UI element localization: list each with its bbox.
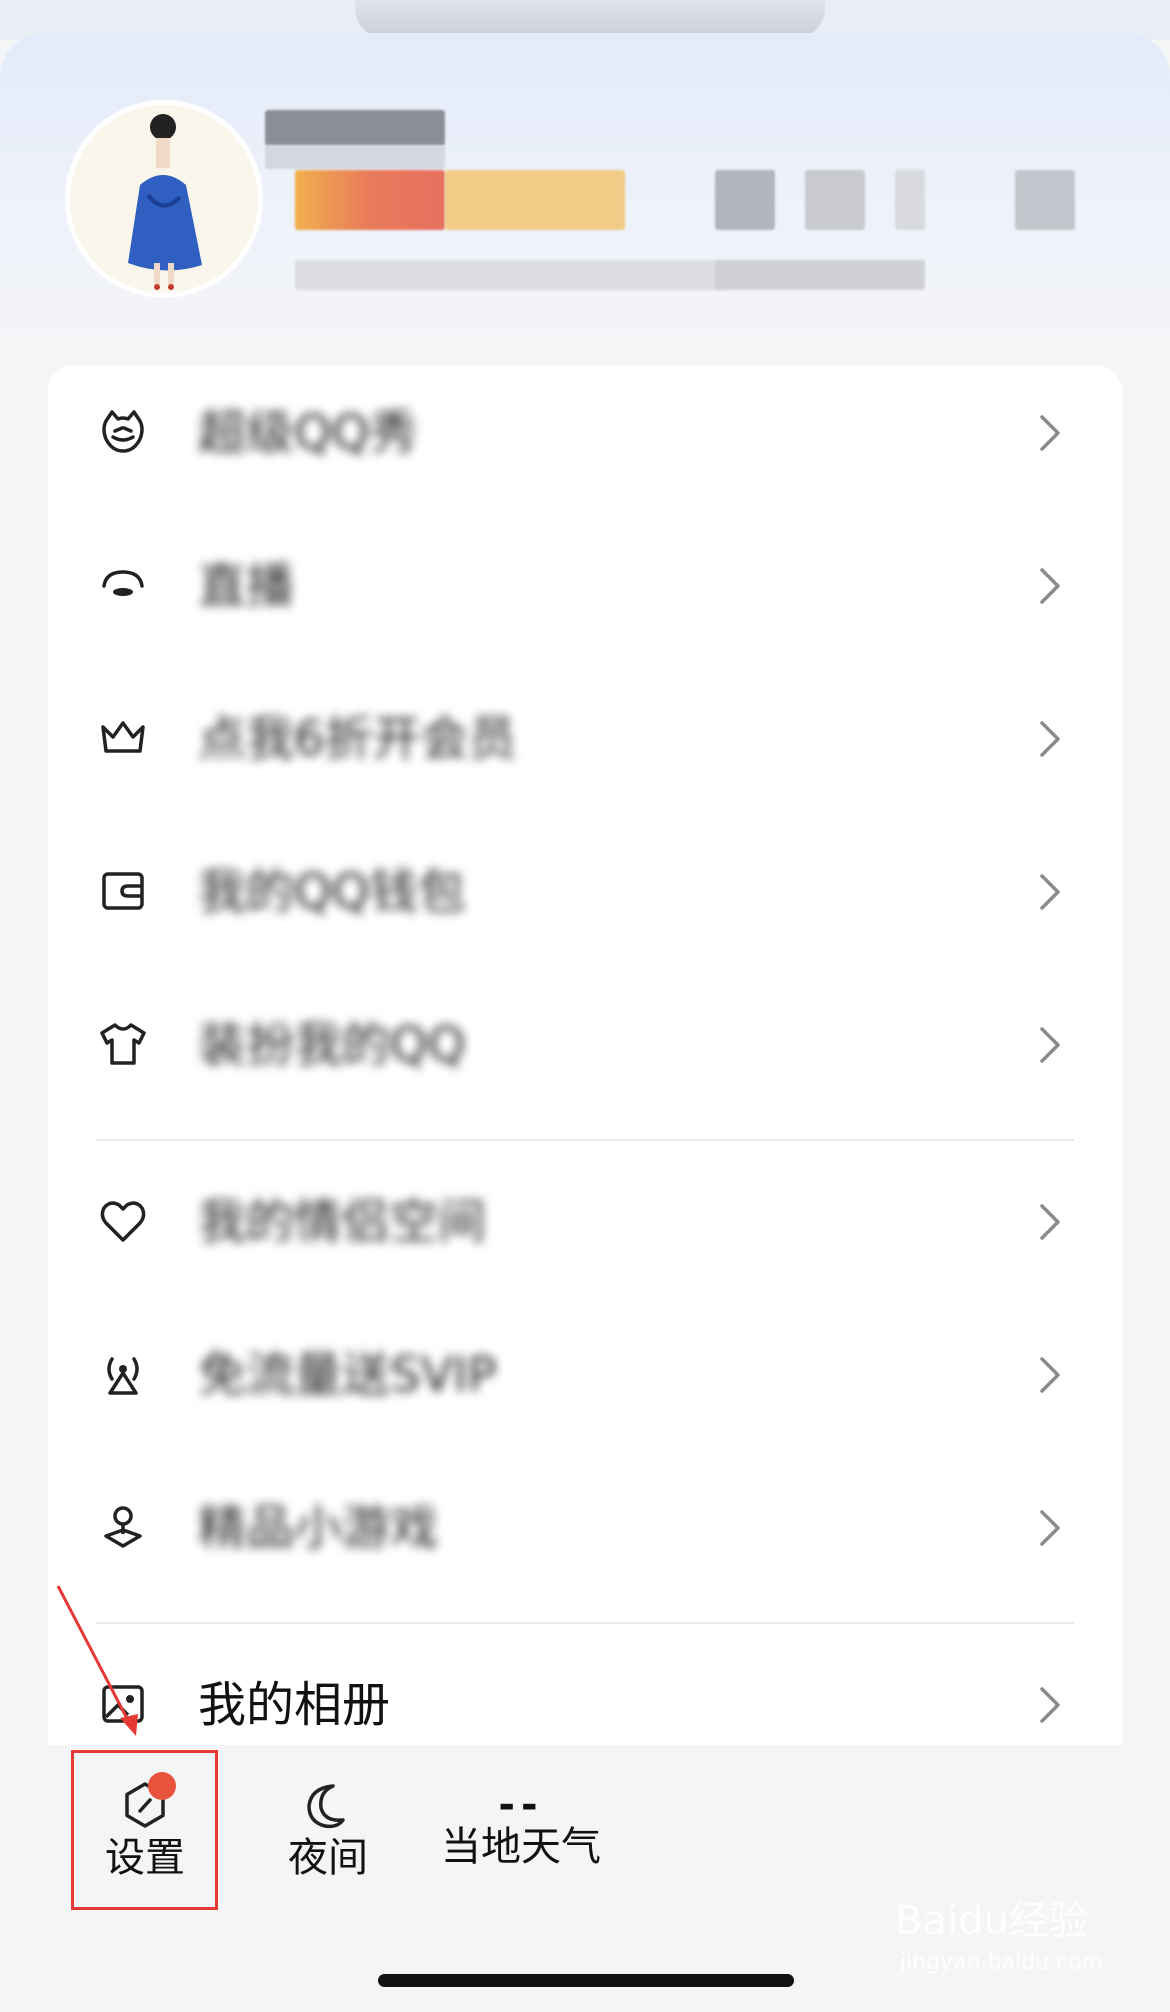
menu-item-3[interactable]: 我的QQ钱包: [48, 832, 1122, 952]
menu-item-0[interactable]: 超级QQ秀: [48, 373, 1122, 493]
menu-item-4[interactable]: 装扮我的QQ: [48, 985, 1122, 1105]
menu-item-5[interactable]: 我的情侣空间: [48, 1162, 1122, 1282]
menu-item-label: 我的情侣空间: [198, 1194, 487, 1250]
baidu-watermark: Baidu经验: [895, 1898, 1089, 1944]
game-pin-icon: [104, 1506, 142, 1548]
home-indicator[interactable]: [378, 1974, 794, 1987]
chevron-right-icon: [1040, 1027, 1060, 1063]
baidu-watermark-url: jingyan.baidu.com: [900, 1950, 1104, 1975]
menu-item-label: 直播: [198, 558, 295, 614]
menu-item-label: 我的QQ钱包: [198, 864, 466, 920]
menu-item-label: 装扮我的QQ: [198, 1017, 466, 1073]
avatar-illustration: [128, 114, 202, 290]
chevron-right-icon: [1040, 721, 1060, 757]
menu-divider: [96, 1622, 1074, 1624]
menu-item-1[interactable]: 直播: [48, 526, 1122, 646]
night-mode-button[interactable]: 夜间: [278, 1780, 378, 1880]
menu-item-label: 我的相册: [198, 1677, 391, 1733]
night-mode-label: 夜间: [288, 1835, 368, 1881]
cat-icon: [102, 410, 144, 453]
menu-item-2[interactable]: 点我6折开会员: [48, 679, 1122, 799]
chevron-right-icon: [1040, 874, 1060, 910]
chevron-right-icon: [1040, 1204, 1060, 1240]
menu-item-label: 精品小游戏: [198, 1500, 439, 1556]
chevron-right-icon: [1040, 1510, 1060, 1546]
menu-item-label: 免流量送SVIP: [198, 1347, 497, 1403]
menu-item-label: 超级QQ秀: [198, 405, 418, 461]
menu-item-6[interactable]: 免流量送SVIP: [48, 1315, 1122, 1435]
annotation-arrow: [56, 1585, 138, 1736]
avatar[interactable]: [65, 100, 263, 298]
chevron-right-icon: [1040, 568, 1060, 604]
mask-icon: [102, 570, 144, 596]
menu-list: 超级QQ秀 直播 点我6折开会员 我的QQ钱包 装扮我的QQ 我的情侣空间 免流…: [48, 365, 1122, 1745]
chevron-right-icon: [1040, 1687, 1060, 1723]
chevron-right-icon: [1040, 1357, 1060, 1393]
weather-button[interactable]: -- 当地天气: [436, 1785, 606, 1869]
chevron-right-icon: [1040, 415, 1060, 451]
weather-value: --: [498, 1782, 544, 1828]
weather-label: 当地天气: [441, 1824, 601, 1870]
crown-icon: [101, 721, 145, 753]
moon-icon: [307, 1784, 345, 1829]
menu-item-label: 点我6折开会员: [198, 711, 517, 767]
wallet-icon: [102, 872, 144, 910]
heart-icon: [100, 1201, 146, 1242]
signal-tower-icon: [107, 1357, 139, 1395]
menu-divider: [96, 1139, 1074, 1141]
menu-item-7[interactable]: 精品小游戏: [48, 1468, 1122, 1588]
tshirt-icon: [100, 1023, 146, 1065]
annotation-highlight-box: [71, 1750, 218, 1910]
